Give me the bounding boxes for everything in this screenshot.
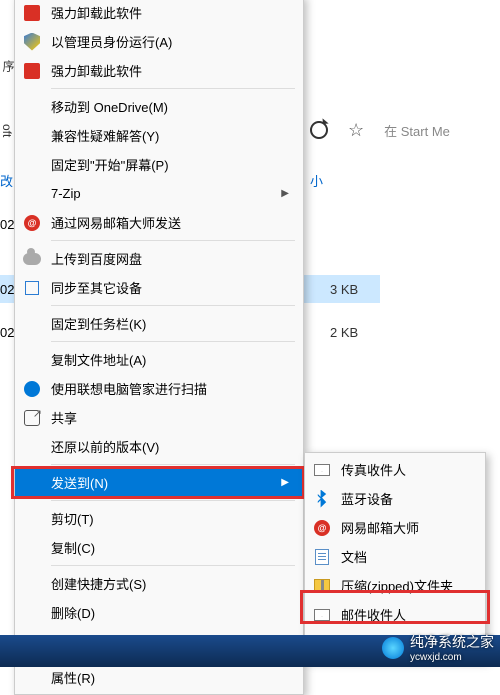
separator xyxy=(51,305,295,306)
menu-item[interactable]: 同步至其它设备 xyxy=(15,273,303,302)
submenu-item[interactable]: @ 网易邮箱大师 xyxy=(305,513,485,542)
menu-label: 属性(R) xyxy=(51,668,289,687)
send-to-submenu: 传真收件人蓝牙设备@网易邮箱大师文档压缩(zipped)文件夹邮件收件人桌面快捷… xyxy=(304,452,486,661)
uninstall-icon xyxy=(21,3,43,23)
menu-label: 同步至其它设备 xyxy=(51,278,289,297)
shield-icon xyxy=(21,32,43,52)
menu-item[interactable]: 发送到(N) ▶ xyxy=(15,468,303,497)
blank-icon xyxy=(21,538,43,558)
bt-icon xyxy=(311,489,333,509)
blank-icon xyxy=(21,603,43,623)
menu-label: 使用联想电脑管家进行扫描 xyxy=(51,379,289,398)
blank-icon xyxy=(21,126,43,146)
menu-label: 固定到任务栏(K) xyxy=(51,314,289,333)
menu-label: 移动到 OneDrive(M) xyxy=(51,97,289,116)
menu-item[interactable]: 复制文件地址(A) xyxy=(15,345,303,374)
separator xyxy=(51,88,295,89)
menu-item[interactable]: 共享 xyxy=(15,403,303,432)
menu-item[interactable]: 固定到任务栏(K) xyxy=(15,309,303,338)
separator xyxy=(51,341,295,342)
mail-icon xyxy=(311,605,333,625)
separator xyxy=(51,500,295,501)
submenu-label: 压缩(zipped)文件夹 xyxy=(341,576,471,595)
circle-red-icon: @ xyxy=(311,518,333,538)
menu-label: 还原以前的版本(V) xyxy=(51,437,289,456)
blank-icon xyxy=(21,350,43,370)
submenu-label: 文档 xyxy=(341,547,471,566)
menu-label: 共享 xyxy=(51,408,289,427)
search-placeholder[interactable]: 在 Start Me xyxy=(384,121,450,140)
menu-item[interactable]: 以管理员身份运行(A) xyxy=(15,27,303,56)
blank-icon xyxy=(21,184,43,204)
submenu-arrow-icon: ▶ xyxy=(281,477,289,488)
menu-label: 发送到(N) xyxy=(51,473,275,492)
menu-item[interactable]: 属性(R) xyxy=(15,663,303,692)
mail-icon xyxy=(311,460,333,480)
submenu-item[interactable]: 邮件收件人 xyxy=(305,600,485,629)
circle-red-icon: @ xyxy=(21,213,43,233)
cloud-icon xyxy=(21,249,43,269)
left-partial: 序 oft xyxy=(0,50,12,667)
menu-label: 剪切(T) xyxy=(51,509,289,528)
submenu-label: 网易邮箱大师 xyxy=(341,518,471,537)
menu-item[interactable]: 移动到 OneDrive(M) xyxy=(15,92,303,121)
blank-icon xyxy=(21,97,43,117)
menu-label: 兼容性疑难解答(Y) xyxy=(51,126,289,145)
submenu-item[interactable]: 蓝牙设备 xyxy=(305,484,485,513)
context-menu: 强力卸载此软件以管理员身份运行(A) 强力卸载此软件移动到 OneDrive(M)… xyxy=(14,0,304,695)
menu-item[interactable]: 上传到百度网盘 xyxy=(15,244,303,273)
logo-icon xyxy=(382,637,404,659)
watermark: 纯净系统之家 ycwxjd.com xyxy=(382,632,494,663)
circle-blue-icon xyxy=(21,379,43,399)
submenu-label: 邮件收件人 xyxy=(341,605,471,624)
box-blue-icon xyxy=(21,278,43,298)
submenu-item[interactable]: 传真收件人 xyxy=(305,455,485,484)
menu-label: 复制(C) xyxy=(51,538,289,557)
submenu-label: 蓝牙设备 xyxy=(341,489,471,508)
menu-item[interactable]: 创建快捷方式(S) xyxy=(15,569,303,598)
blank-icon xyxy=(21,437,43,457)
submenu-item[interactable]: 文档 xyxy=(305,542,485,571)
zip-icon xyxy=(311,576,333,596)
menu-label: 以管理员身份运行(A) xyxy=(51,32,289,51)
menu-label: 复制文件地址(A) xyxy=(51,350,289,369)
separator xyxy=(51,464,295,465)
menu-label: 创建快捷方式(S) xyxy=(51,574,289,593)
refresh-icon[interactable] xyxy=(310,121,328,139)
separator xyxy=(51,240,295,241)
uninstall-red-icon xyxy=(21,61,43,81)
menu-item[interactable]: 兼容性疑难解答(Y) xyxy=(15,121,303,150)
blank-icon xyxy=(21,509,43,529)
menu-item[interactable]: 还原以前的版本(V) xyxy=(15,432,303,461)
blank-icon xyxy=(21,668,43,688)
menu-label: 强力卸载此软件 xyxy=(51,61,289,80)
menu-item[interactable]: 强力卸载此软件 xyxy=(15,56,303,85)
menu-item[interactable]: 剪切(T) xyxy=(15,504,303,533)
menu-label: 强力卸载此软件 xyxy=(51,3,289,22)
blank-icon xyxy=(21,155,43,175)
menu-label: 通过网易邮箱大师发送 xyxy=(51,213,289,232)
menu-item[interactable]: 7-Zip ▶ xyxy=(15,179,303,208)
menu-label: 7-Zip xyxy=(51,186,275,201)
menu-item[interactable]: 强力卸载此软件 xyxy=(15,0,303,27)
doc-icon xyxy=(311,547,333,567)
menu-item[interactable]: 固定到"开始"屏幕(P) xyxy=(15,150,303,179)
separator xyxy=(51,565,295,566)
submenu-label: 传真收件人 xyxy=(341,460,471,479)
menu-item[interactable]: 使用联想电脑管家进行扫描 xyxy=(15,374,303,403)
col-size: 小 xyxy=(310,171,323,190)
menu-item[interactable]: @ 通过网易邮箱大师发送 xyxy=(15,208,303,237)
submenu-arrow-icon: ▶ xyxy=(281,188,289,199)
menu-item[interactable]: 复制(C) xyxy=(15,533,303,562)
blank-icon xyxy=(21,574,43,594)
blank-icon xyxy=(21,314,43,334)
share-icon xyxy=(21,408,43,428)
menu-label: 上传到百度网盘 xyxy=(51,249,289,268)
blank-icon xyxy=(21,473,43,493)
star-icon[interactable]: ☆ xyxy=(348,120,364,141)
menu-item[interactable]: 删除(D) xyxy=(15,598,303,627)
submenu-item[interactable]: 压缩(zipped)文件夹 xyxy=(305,571,485,600)
menu-label: 删除(D) xyxy=(51,603,289,622)
menu-label: 固定到"开始"屏幕(P) xyxy=(51,155,289,174)
